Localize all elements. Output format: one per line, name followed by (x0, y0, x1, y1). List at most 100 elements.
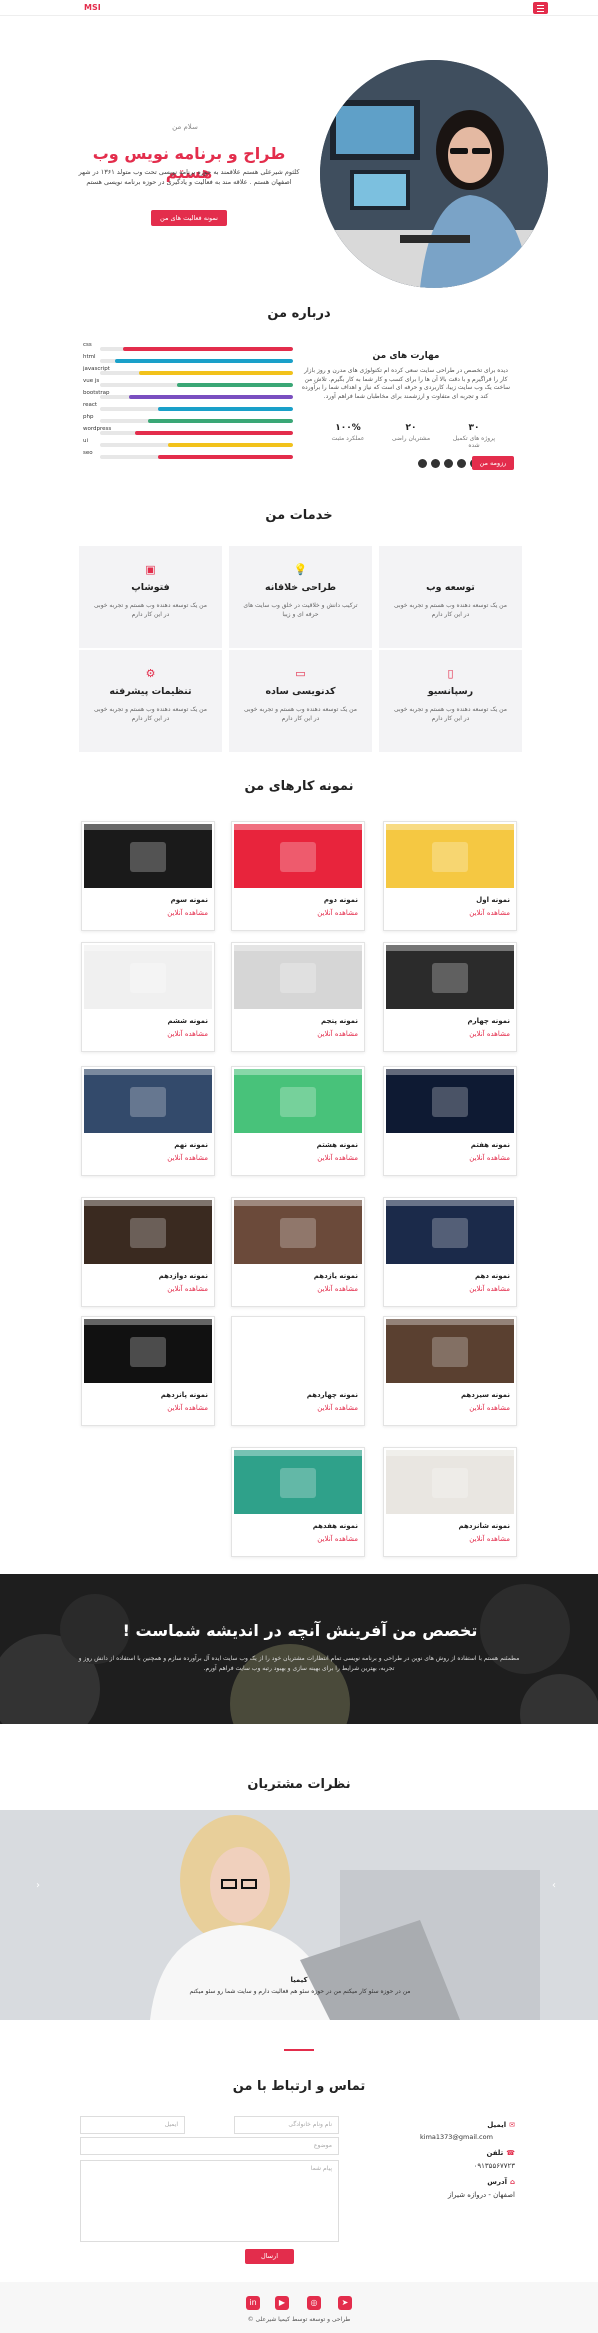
portfolio-thumbnail[interactable] (234, 824, 362, 888)
portfolio-thumbnail[interactable] (234, 1069, 362, 1133)
view-online-link[interactable]: مشاهده آنلاین (238, 909, 358, 917)
portfolio-card[interactable]: نمونه چهارم مشاهده آنلاین (383, 942, 517, 1052)
portfolio-title: نمونه پنجم (320, 1017, 358, 1025)
subject-field[interactable]: موضوع (80, 2137, 339, 2155)
lightbulb-icon: 💡 (293, 563, 308, 576)
service-card: ▯ رسپانسیو من یک توسعه دهنده وب هستم و تجر… (379, 650, 522, 752)
portfolio-card[interactable]: نمونه شانزدهم مشاهده آنلاین (383, 1447, 517, 1557)
portfolio-title: نمونه شانزدهم (458, 1522, 510, 1530)
portfolio-thumbnail[interactable] (234, 945, 362, 1009)
slider-prev-icon[interactable]: ‹ (36, 1880, 40, 1891)
portfolio-thumbnail[interactable] (386, 1319, 514, 1383)
portfolio-card[interactable]: نمونه یازدهم مشاهده آنلاین (231, 1197, 365, 1307)
portfolio-thumbnail[interactable] (386, 1450, 514, 1514)
skill-row: react (79, 402, 293, 412)
portfolio-title: نمونه ششم (167, 1017, 208, 1025)
slider-next-icon[interactable]: › (552, 1880, 556, 1891)
portfolio-thumbnail[interactable] (234, 1319, 362, 1383)
portfolio-card[interactable]: نمونه پانزدهم مشاهده آنلاین (81, 1316, 215, 1426)
portfolio-thumbnail[interactable] (386, 1200, 514, 1264)
view-online-link[interactable]: مشاهده آنلاین (88, 909, 208, 917)
service-description: من یک توسعه دهنده وب هستم و تجربه خوبی د… (394, 706, 507, 722)
portfolio-thumbnail[interactable] (84, 945, 212, 1009)
view-online-link[interactable]: مشاهده آنلاین (88, 1285, 208, 1293)
portfolio-title: نمونه پانزدهم (160, 1391, 208, 1399)
skill-bar (100, 395, 293, 399)
portfolio-card[interactable]: نمونه پنجم مشاهده آنلاین (231, 942, 365, 1052)
portfolio-card[interactable]: نمونه هفدهم مشاهده آنلاین (231, 1447, 365, 1557)
view-online-link[interactable]: مشاهده آنلاین (390, 1404, 510, 1412)
skill-bar-fill (157, 407, 293, 411)
phone-value: ۰۹۱۳۵۵۶۷۷۲۳ (473, 2162, 515, 2170)
telegram-icon[interactable]: ➤ (338, 2296, 352, 2310)
portfolio-card[interactable]: نمونه چهاردهم مشاهده آنلاین (231, 1316, 365, 1426)
portfolio-thumbnail[interactable] (386, 824, 514, 888)
linkedin-icon[interactable]: in (246, 2296, 260, 2310)
instagram-icon[interactable] (457, 459, 466, 468)
portfolio-thumbnail[interactable] (234, 1450, 362, 1514)
portfolio-card[interactable]: نمونه هشتم مشاهده آنلاین (231, 1066, 365, 1176)
view-online-link[interactable]: مشاهده آنلاین (88, 1404, 208, 1412)
view-online-link[interactable]: مشاهده آنلاین (390, 1285, 510, 1293)
view-online-link[interactable]: مشاهده آنلاین (390, 1535, 510, 1543)
service-title: فتوشاپ (131, 582, 170, 593)
portfolio-card[interactable]: نمونه دهم مشاهده آنلاین (383, 1197, 517, 1307)
view-online-link[interactable]: مشاهده آنلاین (390, 1030, 510, 1038)
skill-bar-fill (157, 455, 293, 459)
portfolio-card[interactable]: نمونه هفتم مشاهده آنلاین (383, 1066, 517, 1176)
portfolio-thumbnail[interactable] (84, 1069, 212, 1133)
view-online-link[interactable]: مشاهده آنلاین (390, 909, 510, 917)
view-online-link[interactable]: مشاهده آنلاین (238, 1285, 358, 1293)
email-field[interactable]: ایمیل (80, 2116, 185, 2134)
portfolio-card[interactable]: نمونه نهم مشاهده آنلاین (81, 1066, 215, 1176)
view-online-link[interactable]: مشاهده آنلاین (390, 1154, 510, 1162)
portfolio-title: نمونه نهم (174, 1141, 208, 1149)
service-description: من یک توسعه دهنده وب هستم و تجربه خوبی د… (94, 602, 207, 618)
view-online-link[interactable]: مشاهده آنلاین (88, 1030, 208, 1038)
view-online-link[interactable]: مشاهده آنلاین (238, 1404, 358, 1412)
portfolio-thumbnail[interactable] (84, 1200, 212, 1264)
portfolio-thumbnail[interactable] (386, 1069, 514, 1133)
portfolio-card[interactable]: نمونه اول مشاهده آنلاین (383, 821, 517, 931)
portfolio-thumbnail[interactable] (84, 824, 212, 888)
view-online-link[interactable]: مشاهده آنلاین (238, 1535, 358, 1543)
portfolio-button[interactable]: نمونه فعالیت های من (151, 210, 227, 226)
services-section-title: خدمات من (265, 508, 333, 523)
youtube-icon[interactable] (444, 459, 453, 468)
stat-clients: ۲۰ مشتریان راضی (391, 423, 431, 442)
portfolio-card[interactable]: نمونه دوازدهم مشاهده آنلاین (81, 1197, 215, 1307)
portfolio-thumbnail[interactable] (84, 1319, 212, 1383)
service-title: کدنویسی ساده (265, 686, 336, 697)
slider-indicator[interactable] (284, 2049, 314, 2051)
twitter-icon[interactable] (431, 459, 440, 468)
youtube-icon[interactable]: ▶ (275, 2296, 289, 2310)
portfolio-card[interactable]: نمونه ششم مشاهده آنلاین (81, 942, 215, 1052)
portfolio-card[interactable]: نمونه سوم مشاهده آنلاین (81, 821, 215, 931)
view-online-link[interactable]: مشاهده آنلاین (238, 1154, 358, 1162)
portfolio-card[interactable]: نمونه سیزدهم مشاهده آنلاین (383, 1316, 517, 1426)
skill-row: ui (79, 438, 293, 448)
facebook-icon[interactable] (418, 459, 427, 468)
portfolio-thumbnail[interactable] (386, 945, 514, 1009)
portfolio-title: نمونه دوم (323, 896, 358, 904)
skill-label: seo (83, 450, 93, 456)
skill-label: html (83, 354, 96, 360)
testimonial-name: کیمیا (290, 1976, 308, 1984)
testimonials-section-title: نظرات مشتریان (247, 1777, 351, 1792)
service-description: ترکیب دانش و خلاقیت در خلق وب سایت های ح… (243, 602, 358, 618)
resume-button[interactable]: رزومه من (472, 456, 514, 470)
view-online-link[interactable]: مشاهده آنلاین (88, 1154, 208, 1162)
instagram-icon[interactable]: ◎ (307, 2296, 321, 2310)
service-title: رسپانسیو (427, 686, 474, 697)
hero-photo (320, 60, 548, 288)
portfolio-card[interactable]: نمونه دوم مشاهده آنلاین (231, 821, 365, 931)
menu-toggle-button[interactable] (533, 2, 548, 14)
view-online-link[interactable]: مشاهده آنلاین (238, 1030, 358, 1038)
name-field[interactable]: نام ونام خانوادگی (234, 2116, 339, 2134)
portfolio-thumbnail[interactable] (234, 1200, 362, 1264)
skill-bar (100, 431, 293, 435)
submit-button[interactable]: ارسال (245, 2249, 294, 2264)
message-field[interactable]: پیام شما (80, 2160, 339, 2242)
skill-bar (100, 419, 293, 423)
site-logo[interactable]: MSI (84, 3, 101, 12)
